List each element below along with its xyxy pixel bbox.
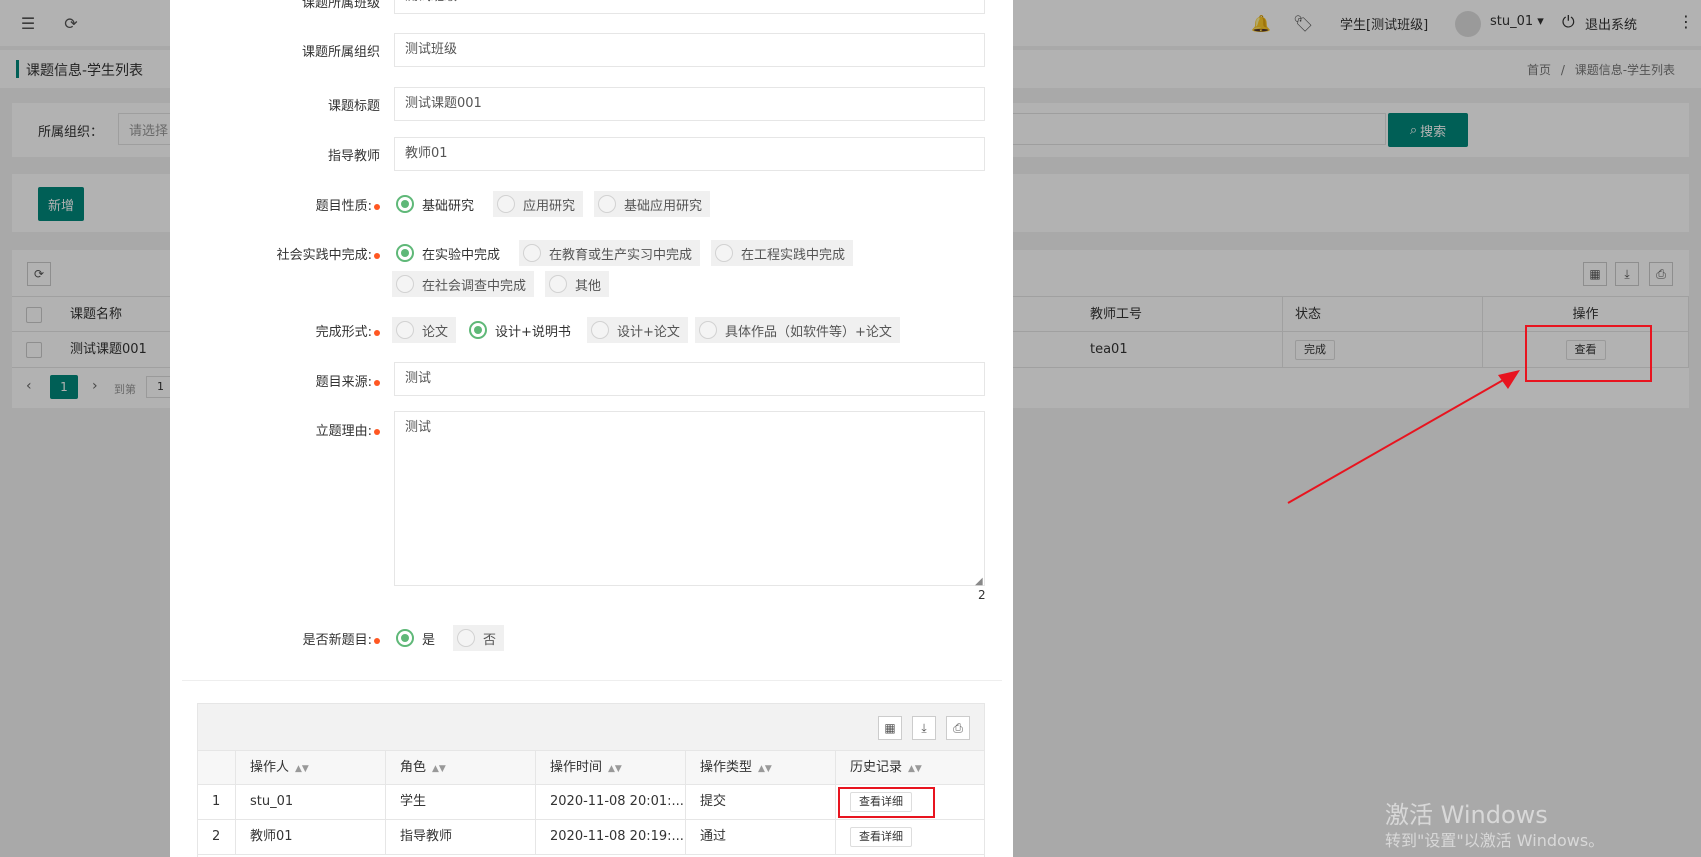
- col-time[interactable]: 操作时间 ▲▼: [536, 751, 686, 785]
- practice-radio-survey[interactable]: 在社会调查中完成: [392, 271, 535, 297]
- radio-unchecked-icon: [396, 321, 414, 339]
- sort-icon: ▲▼: [432, 764, 446, 774]
- radio-unchecked-icon: [591, 321, 609, 339]
- radio-unchecked-icon: [523, 244, 541, 262]
- radio-checked-icon: [396, 629, 414, 647]
- radio-checked-icon: [469, 321, 487, 339]
- sort-icon: ▲▼: [758, 764, 772, 774]
- radio-unchecked-icon: [715, 244, 733, 262]
- sort-icon: ▲▼: [608, 764, 622, 774]
- activation-watermark: 激活 Windows: [1385, 801, 1548, 829]
- form-radio-work-thesis[interactable]: 具体作品（如软件等）+论文: [695, 317, 900, 343]
- class-field-cut: 测试班级: [394, 0, 985, 14]
- title-field[interactable]: 测试课题001: [394, 87, 985, 121]
- required-dot: [374, 329, 380, 336]
- annotation-box: [838, 787, 935, 818]
- radio-unchecked-icon: [396, 275, 414, 293]
- view-detail-button[interactable]: 查看详细: [850, 827, 912, 847]
- detail-modal: 课题所属班级 测试班级 课题所属组织 测试班级 课题标题 测试课题001 指导教…: [170, 0, 1013, 857]
- form-radio-design-thesis[interactable]: 设计+论文: [587, 317, 688, 343]
- col-role[interactable]: 角色 ▲▼: [386, 751, 536, 785]
- annotation-box: [1525, 325, 1652, 382]
- row-time: 2020-11-08 20:01:...: [536, 785, 686, 819]
- required-dot: [374, 203, 380, 210]
- row-type: 通过: [686, 820, 836, 854]
- annotation-arrow: [1287, 370, 1520, 504]
- sort-icon: ▲▼: [908, 764, 922, 774]
- nature-radio-basic[interactable]: 基础研究: [392, 191, 482, 217]
- new-radio-no[interactable]: 否: [453, 625, 505, 651]
- history-header: 操作人 ▲▼ 角色 ▲▼ 操作时间 ▲▼ 操作类型 ▲▼ 历史记录 ▲▼: [198, 750, 984, 785]
- col-operator[interactable]: 操作人 ▲▼: [236, 751, 386, 785]
- nature-radio-applied[interactable]: 应用研究: [493, 191, 584, 217]
- activation-watermark-sub: 转到"设置"以激活 Windows。: [1385, 831, 1605, 850]
- row-operator: 教师01: [236, 820, 386, 854]
- form-radio-design-manual[interactable]: 设计+说明书: [465, 317, 579, 343]
- source-field[interactable]: 测试: [394, 362, 985, 396]
- practice-label: 社会实践中完成:: [170, 244, 380, 263]
- teacher-field[interactable]: 教师01: [394, 137, 985, 171]
- form-radio-thesis[interactable]: 论文: [392, 317, 457, 343]
- required-dot: [374, 379, 380, 386]
- row-role: 学生: [386, 785, 536, 819]
- reason-textarea[interactable]: 测试: [394, 411, 985, 586]
- table-row: 2 教师01 指导教师 2020-11-08 20:19:... 通过 查看详细: [198, 820, 984, 855]
- radio-unchecked-icon: [598, 195, 616, 213]
- nature-label: 题目性质:: [170, 195, 380, 214]
- radio-unchecked-icon: [457, 629, 475, 647]
- divider: [182, 680, 1002, 681]
- radio-checked-icon: [396, 195, 414, 213]
- class-label-cut: 课题所属班级: [301, 0, 380, 11]
- practice-radio-engineering[interactable]: 在工程实践中完成: [711, 240, 854, 266]
- history-panel: ▦ ⤓ ⎙ 操作人 ▲▼ 角色 ▲▼ 操作时间 ▲▼ 操作类型 ▲▼ 历史记录 ▲▼ 1 …: [197, 703, 985, 857]
- row-operator: stu_01: [236, 785, 386, 819]
- org-field[interactable]: 测试班级: [394, 33, 985, 67]
- row-history: 查看详细: [836, 820, 984, 854]
- sort-icon: ▲▼: [295, 764, 309, 774]
- org-field-label: 课题所属组织: [301, 45, 380, 60]
- history-toolbar: ▦ ⤓ ⎙: [198, 704, 984, 750]
- practice-radio-lab[interactable]: 在实验中完成: [392, 240, 508, 266]
- source-label: 题目来源:: [170, 371, 380, 390]
- resize-handle-icon[interactable]: ◢: [975, 576, 983, 587]
- radio-unchecked-icon: [549, 275, 567, 293]
- radio-unchecked-icon: [699, 321, 717, 339]
- radio-checked-icon: [396, 244, 414, 262]
- row-index: 1: [198, 785, 236, 819]
- radio-unchecked-icon: [497, 195, 515, 213]
- col-history[interactable]: 历史记录 ▲▼: [836, 751, 984, 785]
- row-type: 提交: [686, 785, 836, 819]
- new-radio-yes[interactable]: 是: [392, 625, 443, 651]
- teacher-field-label: 指导教师: [327, 149, 380, 164]
- new-topic-label: 是否新题目:: [170, 629, 380, 648]
- required-dot: [374, 428, 380, 435]
- reason-label: 立题理由:: [170, 420, 380, 439]
- history-columns-icon[interactable]: ▦: [878, 716, 902, 740]
- title-field-label: 课题标题: [327, 99, 380, 114]
- nature-radio-basic-applied[interactable]: 基础应用研究: [594, 191, 711, 217]
- row-role: 指导教师: [386, 820, 536, 854]
- required-dot: [374, 637, 380, 644]
- row-index: 2: [198, 820, 236, 854]
- practice-radio-other[interactable]: 其他: [545, 271, 610, 297]
- history-print-icon[interactable]: ⎙: [946, 716, 970, 740]
- completion-form-label: 完成形式:: [170, 321, 380, 340]
- required-dot: [374, 252, 380, 259]
- char-count: 2: [978, 588, 986, 602]
- col-type[interactable]: 操作类型 ▲▼: [686, 751, 836, 785]
- col-index: [198, 751, 236, 785]
- history-export-icon[interactable]: ⤓: [912, 716, 936, 740]
- row-time: 2020-11-08 20:19:...: [536, 820, 686, 854]
- practice-radio-internship[interactable]: 在教育或生产实习中完成: [519, 240, 701, 266]
